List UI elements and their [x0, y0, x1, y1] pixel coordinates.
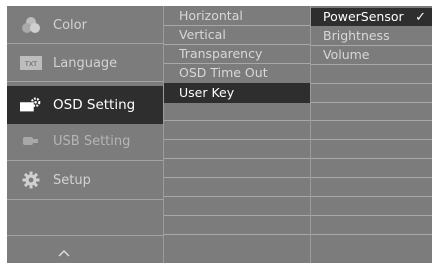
menu-item-osd-setting[interactable]: OSD Setting [7, 86, 163, 124]
menu-item-language[interactable]: TXT Language [7, 44, 163, 82]
option-osd-time-out[interactable]: OSD Time Out [164, 64, 310, 82]
language-icon: TXT [20, 54, 42, 72]
option-user-key[interactable]: User Key [164, 83, 310, 103]
menu-item-label: Language [53, 55, 118, 71]
option-brightness[interactable]: Brightness [311, 27, 432, 45]
divider [311, 196, 432, 197]
divider [311, 177, 432, 178]
checkmark-icon: ✓ [415, 10, 426, 25]
divider [164, 139, 310, 140]
usb-icon [20, 132, 42, 150]
divider [311, 102, 432, 103]
osd-options-list: Horizontal Vertical Transparency OSD Tim… [163, 6, 310, 263]
osd-panel: Color TXT Language OSD Setting USB Setti… [7, 6, 432, 263]
chevron-up-icon[interactable] [57, 243, 71, 257]
option-vertical[interactable]: Vertical [164, 26, 310, 44]
gear-icon [20, 171, 42, 189]
menu-item-label: Color [53, 17, 87, 33]
divider [311, 139, 432, 140]
option-transparency[interactable]: Transparency [164, 45, 310, 63]
divider [164, 120, 310, 121]
svg-text:TXT: TXT [24, 60, 37, 68]
menu-item-label: Setup [53, 172, 91, 188]
divider [311, 158, 432, 159]
color-icon [20, 16, 42, 34]
menu-item-label: OSD Setting [53, 97, 136, 113]
menu-item-setup[interactable]: Setup [7, 161, 163, 199]
divider [7, 235, 163, 236]
osd-menu: Color TXT Language OSD Setting USB Setti… [0, 0, 439, 268]
menu-item-label: USB Setting [53, 133, 131, 149]
osd-setting-icon [20, 96, 42, 114]
divider [311, 234, 432, 235]
option-powersensor[interactable]: PowerSensor ✓ [311, 8, 432, 26]
divider [7, 199, 163, 200]
divider [311, 120, 432, 121]
divider [164, 234, 310, 235]
divider [7, 81, 163, 82]
option-volume[interactable]: Volume [311, 46, 432, 64]
divider [311, 83, 432, 84]
divider [164, 215, 310, 216]
divider [164, 177, 310, 178]
divider [311, 64, 432, 65]
menu-item-color[interactable]: Color [7, 6, 163, 44]
user-key-options-list: PowerSensor ✓ Brightness Volume [310, 6, 432, 263]
divider [164, 196, 310, 197]
option-horizontal[interactable]: Horizontal [164, 7, 310, 25]
main-menu: Color TXT Language OSD Setting USB Setti… [7, 6, 163, 263]
option-label: PowerSensor [323, 9, 404, 24]
divider [311, 215, 432, 216]
divider [164, 158, 310, 159]
menu-item-usb-setting[interactable]: USB Setting [7, 122, 163, 160]
